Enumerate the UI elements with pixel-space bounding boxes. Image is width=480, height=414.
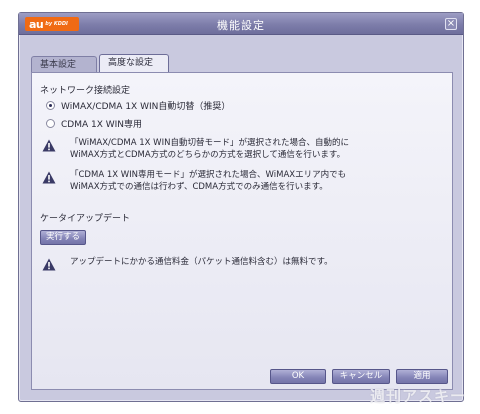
apply-button[interactable]: 適用 bbox=[396, 369, 448, 384]
radio-button-unchecked[interactable] bbox=[46, 119, 55, 128]
radio-button-checked[interactable] bbox=[46, 101, 55, 110]
settings-window: au by KDDI 機能設定 × 基本設定 高度な設定 ネットワーク接続設定 … bbox=[18, 12, 464, 402]
close-button[interactable]: × bbox=[445, 18, 457, 30]
radio-cdma-only-label: CDMA 1X WIN専用 bbox=[61, 120, 143, 130]
notice-cdma-only-text: 「CDMA 1X WIN専用モード」が選択された場合、WiMAXエリア内でも W… bbox=[70, 170, 347, 192]
title-bar: au by KDDI 機能設定 × bbox=[19, 13, 463, 35]
notice-cdma-only: 「CDMA 1X WIN専用モード」が選択された場合、WiMAXエリア内でも W… bbox=[42, 169, 346, 193]
run-update-button[interactable]: 実行する bbox=[40, 230, 86, 245]
phone-update-label: ケータイアップデート bbox=[40, 214, 131, 224]
radio-cdma-only[interactable]: CDMA 1X WIN専用 bbox=[46, 117, 142, 130]
watermark: 週刊アスキー bbox=[369, 387, 466, 405]
warning-icon bbox=[42, 171, 56, 184]
cancel-button[interactable]: キャンセル bbox=[332, 369, 390, 384]
notice-auto-switch: 「WiMAX/CDMA 1X WIN自動切替モード」が選択された場合、自動的に … bbox=[42, 137, 349, 161]
advanced-settings-panel: ネットワーク接続設定 WiMAX/CDMA 1X WIN自動切替（推奨） CDM… bbox=[31, 72, 453, 390]
ok-button[interactable]: OK bbox=[270, 369, 326, 384]
radio-auto-switch-label: WiMAX/CDMA 1X WIN自動切替（推奨） bbox=[61, 102, 231, 112]
network-settings-label: ネットワーク接続設定 bbox=[40, 86, 131, 96]
notice-update-fee-text: アップデートにかかる通信料金（パケット通信料含む）は無料です。 bbox=[70, 257, 333, 267]
notice-update-fee: アップデートにかかる通信料金（パケット通信料含む）は無料です。 bbox=[42, 256, 333, 271]
close-icon: × bbox=[446, 18, 456, 29]
tab-basic-settings[interactable]: 基本設定 bbox=[31, 56, 97, 72]
warning-icon bbox=[42, 139, 56, 152]
tab-advanced-settings[interactable]: 高度な設定 bbox=[99, 54, 169, 72]
notice-auto-switch-text: 「WiMAX/CDMA 1X WIN自動切替モード」が選択された場合、自動的に … bbox=[70, 138, 349, 160]
window-title: 機能設定 bbox=[217, 19, 265, 32]
warning-icon bbox=[42, 258, 56, 271]
radio-auto-switch[interactable]: WiMAX/CDMA 1X WIN自動切替（推奨） bbox=[46, 99, 230, 112]
